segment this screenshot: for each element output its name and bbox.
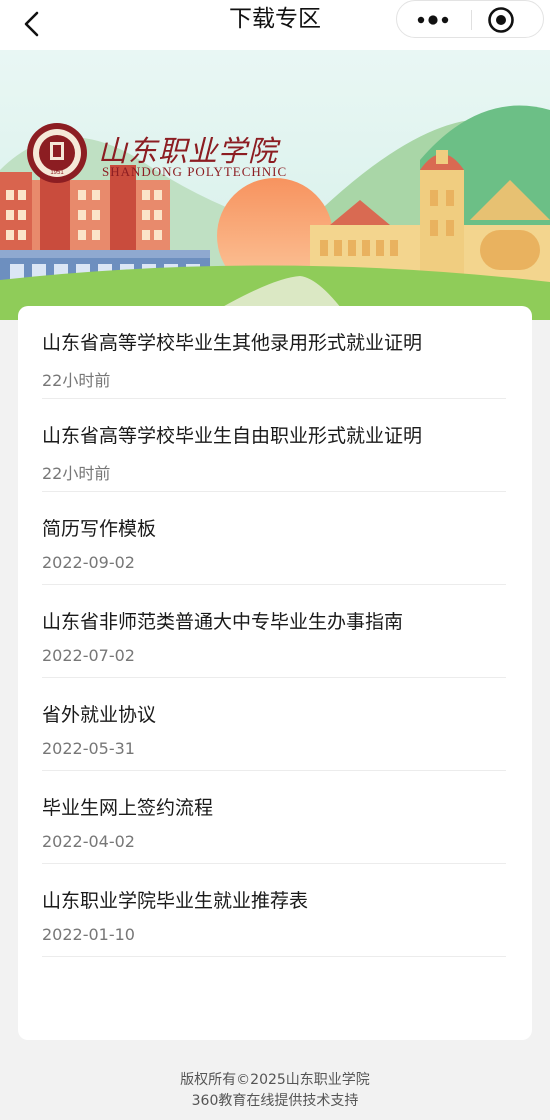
school-emblem-icon: 1951	[27, 123, 87, 183]
more-dots-icon[interactable]	[413, 8, 453, 32]
item-title: 山东省高等学校毕业生其他录用形式就业证明	[42, 332, 423, 354]
school-logo: 1951	[26, 122, 88, 184]
item-title: 毕业生网上签约流程	[42, 797, 214, 819]
list-item[interactable]: 山东职业学院毕业生就业推荐表 2022-01-10	[42, 864, 506, 957]
item-date: 22小时前	[42, 464, 111, 483]
capsule-divider	[471, 10, 472, 30]
item-date: 2022-07-02	[42, 646, 135, 665]
list-item[interactable]: 山东省非师范类普通大中专毕业生办事指南 2022-07-02	[42, 585, 506, 678]
item-date: 2022-01-10	[42, 925, 135, 944]
item-title: 省外就业协议	[42, 704, 157, 726]
list-item[interactable]: 毕业生网上签约流程 2022-04-02	[42, 771, 506, 864]
item-date: 2022-09-02	[42, 553, 135, 572]
item-date: 22小时前	[42, 371, 111, 390]
svg-text:1951: 1951	[50, 170, 64, 176]
target-close-icon[interactable]	[486, 5, 516, 35]
download-list-card: 山东省高等学校毕业生其他录用形式就业证明 22小时前 山东省高等学校毕业生自由职…	[18, 306, 532, 1040]
footer-support: 360教育在线提供技术支持	[191, 1093, 359, 1109]
item-date: 2022-04-02	[42, 832, 135, 851]
list-item[interactable]: 省外就业协议 2022-05-31	[42, 678, 506, 771]
list-item[interactable]: 简历写作模板 2022-09-02	[42, 492, 506, 585]
footer-copyright: 版权所有©2025山东职业学院	[180, 1072, 370, 1088]
campus-banner: 1951 山东职业学院 SHANDONG POLYTECHNIC	[0, 50, 550, 320]
item-title: 山东省高等学校毕业生自由职业形式就业证明	[42, 425, 423, 447]
item-title: 山东职业学院毕业生就业推荐表	[42, 890, 309, 912]
mini-program-capsule	[396, 0, 544, 38]
list-item[interactable]: 山东省高等学校毕业生自由职业形式就业证明 22小时前	[42, 399, 506, 492]
item-title: 山东省非师范类普通大中专毕业生办事指南	[42, 611, 404, 633]
item-date: 2022-05-31	[42, 739, 135, 758]
item-title: 简历写作模板	[42, 518, 157, 540]
list-item[interactable]: 山东省高等学校毕业生其他录用形式就业证明 22小时前	[42, 306, 506, 399]
banner-illustration	[0, 50, 550, 320]
top-nav-bar: 下载专区	[0, 0, 550, 50]
school-name-en: SHANDONG POLYTECHNIC	[102, 164, 288, 179]
